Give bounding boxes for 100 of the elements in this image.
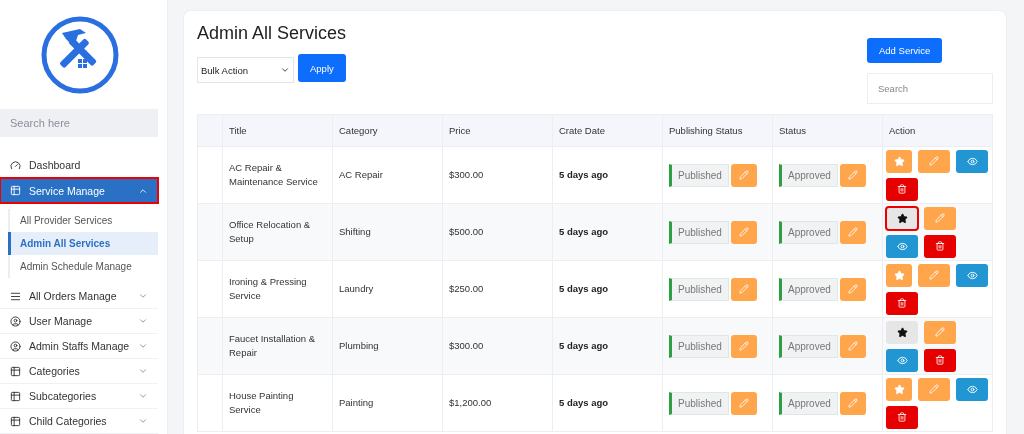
menu-item[interactable]: User Manage (0, 309, 158, 334)
date-text: 5 days ago (559, 168, 609, 180)
table-cell: Office Relocation & Setup (222, 203, 333, 261)
edit-button[interactable] (839, 391, 866, 415)
eye-icon (896, 240, 908, 252)
star-button[interactable] (886, 320, 918, 344)
apply-button[interactable]: Apply (298, 54, 346, 82)
edit-button[interactable] (839, 220, 866, 244)
edit-button[interactable] (730, 163, 757, 187)
edit-button[interactable] (730, 391, 757, 415)
view-button[interactable] (956, 149, 988, 173)
user-icon (10, 315, 21, 327)
table-icon (10, 390, 21, 402)
status-badge: Approved (779, 277, 838, 301)
table-cell: AC Repair & Maintenance Service (222, 146, 333, 204)
table-icon (10, 415, 21, 427)
trash-icon (897, 412, 907, 422)
submenu-item[interactable]: Admin All Services (8, 232, 158, 255)
status-badge: Published (669, 220, 729, 244)
status-badge: Approved (779, 220, 838, 244)
edit-button[interactable] (730, 220, 757, 244)
pencil-icon (935, 327, 945, 337)
view-button[interactable] (956, 263, 988, 287)
status-badge: Approved (779, 163, 838, 187)
submenu-item[interactable]: Admin Schedule Manage (10, 255, 158, 278)
table-cell: Plumbing (332, 317, 443, 375)
gauge-icon (10, 159, 21, 171)
table-cell: AC Repair (332, 146, 443, 204)
table-cell: $500.00 (442, 203, 553, 261)
status-badge: Published (669, 277, 729, 301)
edit-button[interactable] (918, 377, 950, 401)
star-button[interactable] (886, 377, 912, 401)
pencil-icon (847, 284, 858, 294)
table-cell: Faucet Installation & Repair (222, 317, 333, 375)
edit-button[interactable] (839, 277, 866, 301)
star-icon (896, 212, 908, 224)
page-title: Admin All Services (197, 23, 347, 44)
edit-button[interactable] (839, 334, 866, 358)
table-cell: $1,200.00 (442, 374, 553, 432)
menu-item[interactable]: All Orders Manage (0, 284, 158, 309)
column-header: Price (442, 114, 553, 147)
pencil-icon (847, 341, 858, 351)
table-cell: $300.00 (442, 146, 553, 204)
table-cell: $250.00 (442, 260, 553, 318)
star-icon (893, 269, 905, 281)
star-icon (893, 383, 905, 395)
star-button[interactable] (886, 263, 912, 287)
edit-button[interactable] (839, 163, 866, 187)
menu-item[interactable]: Service Manage (0, 178, 158, 203)
view-button[interactable] (956, 377, 988, 401)
star-button[interactable] (886, 149, 912, 173)
chevron-down-icon (280, 65, 290, 75)
search-field[interactable]: Search here (0, 109, 158, 137)
menu-item[interactable]: Admin Staffs Manage (0, 334, 158, 359)
trash-icon (897, 184, 907, 194)
table-cell: Painting (332, 374, 443, 432)
pencil-icon (929, 156, 939, 166)
delete-button[interactable] (924, 234, 956, 258)
trash-icon (897, 298, 907, 308)
column-header: Crate Date (552, 114, 663, 147)
pencil-icon (929, 270, 939, 280)
bulk-action-select[interactable]: Bulk Action (197, 57, 294, 83)
pencil-icon (935, 213, 945, 223)
eye-icon (896, 354, 908, 366)
menu-icon (10, 290, 21, 302)
column-header: Title (222, 114, 333, 147)
status-badge: Approved (779, 334, 838, 358)
status-badge: Published (669, 391, 729, 415)
menu-item[interactable]: Subcategories (0, 384, 158, 409)
delete-button[interactable] (886, 405, 918, 429)
column-header: Action (882, 114, 993, 147)
edit-button[interactable] (924, 206, 956, 230)
pencil-icon (847, 170, 858, 180)
edit-button[interactable] (918, 149, 950, 173)
date-text: 5 days ago (559, 225, 609, 237)
star-button[interactable] (886, 206, 918, 230)
star-icon (893, 155, 905, 167)
edit-button[interactable] (918, 263, 950, 287)
search-field[interactable]: Search (867, 73, 993, 104)
menu-item[interactable]: Child Categories (0, 409, 158, 434)
table-icon (10, 185, 21, 196)
edit-button[interactable] (730, 277, 757, 301)
column-header: Category (332, 114, 443, 147)
edit-button[interactable] (730, 334, 757, 358)
pencil-icon (738, 227, 749, 237)
status-badge: Published (669, 163, 729, 187)
delete-button[interactable] (886, 291, 918, 315)
delete-button[interactable] (924, 348, 956, 372)
eye-icon (966, 269, 978, 281)
pencil-icon (929, 384, 939, 394)
pencil-icon (847, 398, 858, 408)
edit-button[interactable] (924, 320, 956, 344)
date-text: 5 days ago (559, 339, 609, 351)
menu-item[interactable]: Categories (0, 359, 158, 384)
column-header: Publishing Status (662, 114, 773, 147)
column-header: Status (772, 114, 883, 147)
delete-button[interactable] (886, 177, 918, 201)
add-service-button[interactable]: Add Service (867, 38, 943, 63)
submenu-item[interactable]: All Provider Services (10, 209, 158, 232)
table-icon (10, 365, 21, 377)
